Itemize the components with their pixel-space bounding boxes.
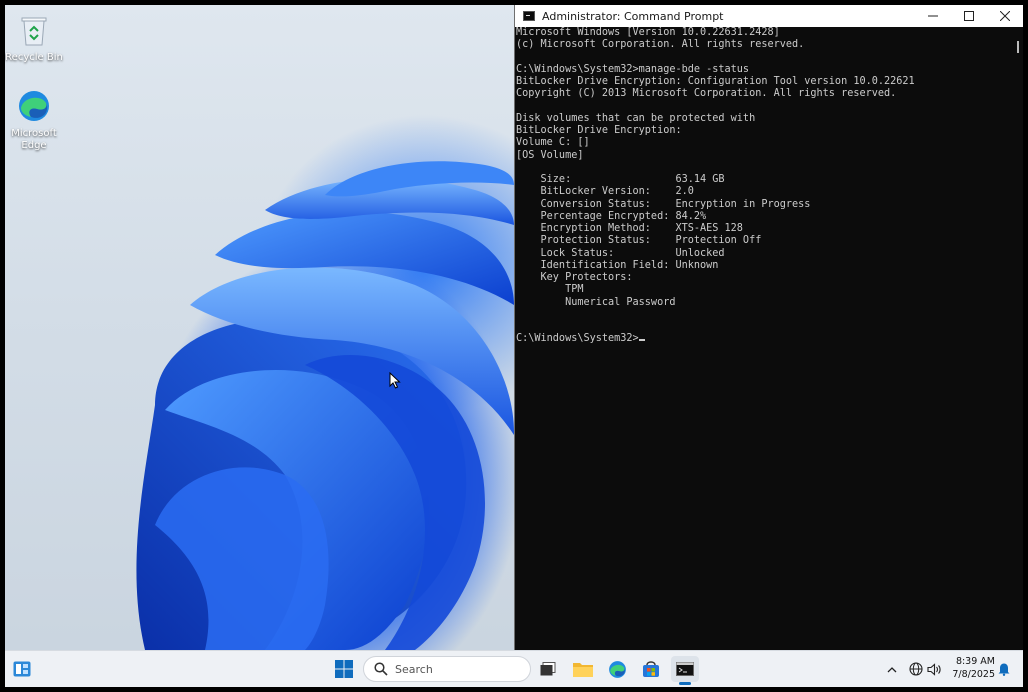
show-hidden-icons-button[interactable]	[883, 656, 901, 682]
desktop-icon-microsoft-edge[interactable]: Microsoft Edge	[5, 87, 66, 152]
widgets-button[interactable]	[9, 656, 35, 682]
taskbar-search-box[interactable]: Search	[363, 656, 531, 682]
console-output[interactable]: Microsoft Windows [Version 10.0.22631.24…	[515, 27, 1011, 650]
mouse-cursor-icon	[389, 372, 401, 389]
desktop: Recycle Bin Microsoft Edge Administrator…	[5, 5, 1023, 687]
console-line: ​	[516, 309, 1011, 321]
windows-logo-icon	[335, 660, 353, 678]
maximize-button[interactable]	[951, 5, 987, 27]
folder-icon	[573, 663, 593, 677]
console-line: TPM	[516, 284, 584, 296]
text-cursor	[638, 339, 645, 342]
taskbar-clock[interactable]: 8:39 AM 7/8/2025	[949, 655, 995, 681]
console-line: Lock Status: Unlocked	[516, 247, 725, 259]
chevron-up-icon	[887, 666, 897, 672]
console-prompt-line[interactable]: C:\Windows\System32>	[516, 333, 1011, 345]
wallpaper-bloom	[136, 161, 515, 650]
search-placeholder: Search	[395, 662, 433, 676]
console-line: Volume C: []	[516, 137, 590, 149]
console-line: C:\Windows\System32>manage-bde -status	[516, 63, 750, 75]
edge-taskbar-button[interactable]	[604, 656, 630, 682]
console-line: Numerical Password	[516, 296, 676, 308]
console-line: (c) Microsoft Corporation. All rights re…	[516, 39, 805, 51]
console-line: BitLocker Version: 2.0	[516, 186, 694, 198]
console-line: Identification Field: Unknown	[516, 259, 719, 271]
console-prompt: C:\Windows\System32>	[516, 333, 639, 345]
network-button[interactable]	[907, 656, 925, 682]
minimize-icon	[928, 15, 938, 17]
taskbar: Search 8:39 AM 7/8/2025	[5, 650, 1023, 687]
console-line: Percentage Encrypted: 84.2%	[516, 210, 707, 222]
minimize-button[interactable]	[915, 5, 951, 27]
console-line: ​	[516, 162, 1011, 174]
edge-icon	[15, 87, 53, 125]
file-explorer-button[interactable]	[570, 656, 596, 682]
clock-date: 7/8/2025	[952, 669, 995, 680]
command-prompt-taskbar-button[interactable]	[671, 656, 699, 685]
notifications-button[interactable]	[995, 656, 1013, 682]
console-lines: Microsoft Windows [Version 10.0.22631.24…	[516, 27, 1011, 333]
console-scrollbar[interactable]	[1011, 27, 1023, 650]
console-line: Key Protectors:	[516, 272, 633, 283]
close-button[interactable]	[987, 5, 1023, 27]
bell-icon	[998, 663, 1010, 676]
console-line: Copyright (C) 2013 Microsoft Corporation…	[516, 88, 897, 100]
desktop-icon-label: Microsoft Edge	[11, 128, 57, 151]
console-line: Conversion Status: Encryption in Progres…	[516, 198, 811, 210]
recycle-bin-icon	[15, 11, 53, 49]
console-line: Encryption Method: XTS-AES 128	[516, 223, 743, 234]
console-line: Protection Status: Protection Off	[516, 235, 762, 247]
console-line: ​	[516, 52, 1011, 64]
console-line: Disk volumes that can be protected with	[516, 112, 756, 124]
console-line: ​	[516, 321, 1011, 333]
globe-icon	[909, 662, 923, 676]
command-prompt-icon	[523, 11, 535, 21]
window-title: Administrator: Command Prompt	[542, 9, 724, 23]
task-view-icon	[540, 662, 556, 676]
active-app-indicator	[679, 682, 691, 685]
store-icon	[643, 661, 659, 677]
console-line: BitLocker Drive Encryption:	[516, 125, 682, 136]
console-line: Microsoft Windows [Version 10.0.22631.24…	[516, 27, 780, 38]
task-view-button[interactable]	[535, 656, 561, 682]
console-line: Size: 63.14 GB	[516, 174, 725, 185]
volume-button[interactable]	[925, 656, 943, 682]
scrollbar-thumb[interactable]	[1017, 41, 1019, 53]
start-button[interactable]	[331, 656, 357, 682]
console-line: BitLocker Drive Encryption: Configuratio…	[516, 76, 915, 87]
speaker-icon	[926, 662, 941, 676]
desktop-icon-label: Recycle Bin	[5, 52, 63, 63]
command-prompt-window[interactable]: Administrator: Command Prompt Microsoft …	[514, 5, 1023, 650]
clock-time: 8:39 AM	[955, 656, 995, 667]
close-icon	[1000, 11, 1010, 21]
widgets-icon	[13, 661, 31, 677]
command-prompt-icon	[676, 662, 694, 676]
maximize-icon	[964, 11, 974, 21]
microsoft-store-button[interactable]	[638, 656, 664, 682]
edge-icon	[608, 660, 626, 678]
console-line: [OS Volume]	[516, 149, 584, 161]
console-line: ​	[516, 101, 1011, 113]
window-titlebar[interactable]: Administrator: Command Prompt	[515, 5, 1023, 27]
desktop-icon-recycle-bin[interactable]: Recycle Bin	[5, 11, 66, 64]
search-icon	[374, 662, 388, 676]
